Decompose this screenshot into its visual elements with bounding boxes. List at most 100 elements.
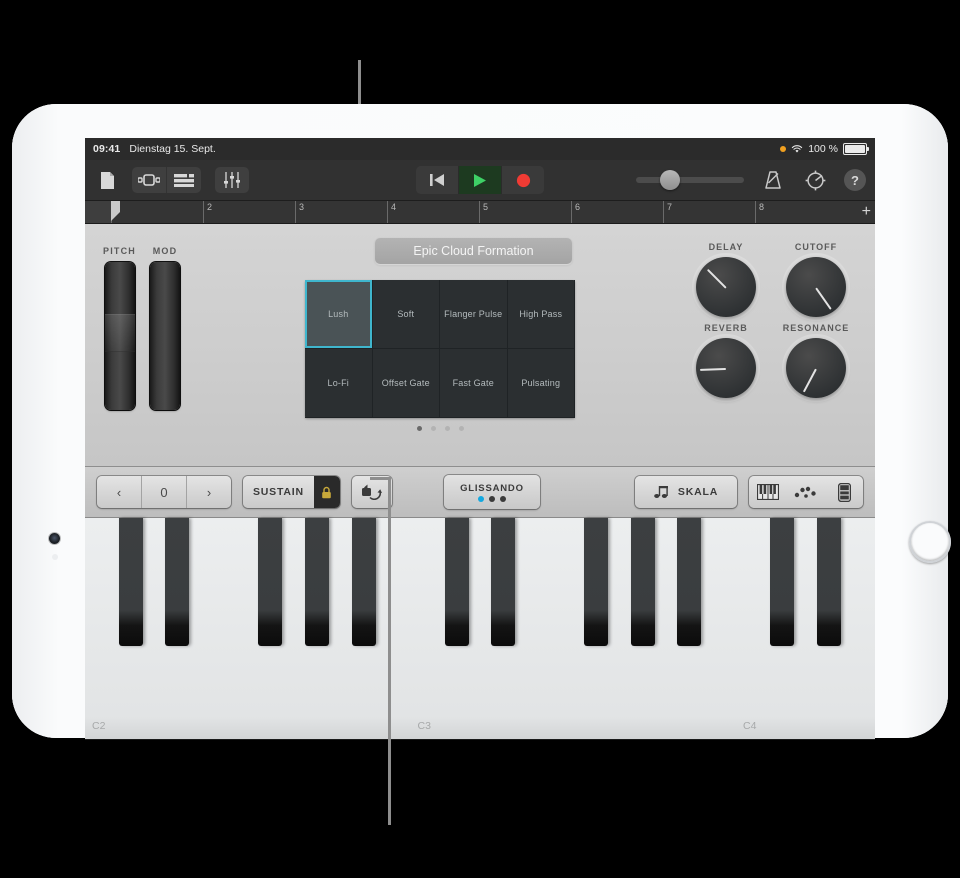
volume-slider-knob[interactable] — [660, 170, 680, 190]
main-toolbar: ? — [85, 160, 875, 201]
octave-up-button[interactable]: › — [186, 476, 231, 508]
keyboard-layout-button[interactable] — [749, 476, 787, 508]
tracks-view-icon[interactable] — [166, 167, 201, 193]
knob-cutoff[interactable] — [786, 257, 846, 317]
black-key[interactable] — [444, 518, 469, 646]
black-key[interactable] — [119, 518, 143, 646]
patch-cell-lo-fi[interactable]: Lo-Fi — [305, 349, 373, 418]
help-button[interactable]: ? — [844, 169, 866, 191]
scale-control: SKALA — [635, 476, 737, 508]
arpeggiator-icon — [361, 484, 382, 500]
bar-ruler[interactable]: 1 2 3 4 5 6 7 8 + — [85, 201, 875, 224]
status-date: Dienstag 15. Sept. — [129, 143, 216, 155]
sustain-button[interactable]: SUSTAIN — [243, 476, 314, 508]
patch-cell-offset-gate[interactable]: Offset Gate — [372, 349, 440, 418]
mixer-sliders-icon[interactable] — [215, 167, 249, 193]
document-icon[interactable] — [94, 167, 120, 193]
knob-label-cutoff: CUTOFF — [794, 242, 838, 252]
record-icon[interactable] — [501, 166, 544, 194]
recording-indicator-icon — [780, 146, 787, 152]
glissando-dot-3[interactable] — [499, 495, 506, 502]
playhead[interactable] — [111, 201, 120, 221]
play-icon[interactable] — [458, 166, 501, 194]
metronome-icon[interactable] — [760, 167, 786, 193]
page-dot-2[interactable] — [430, 426, 436, 431]
patch-cell-pulsating[interactable]: Pulsating — [507, 349, 575, 418]
knob-group-cutoff: CUTOFF — [773, 242, 859, 317]
pitch-wheel[interactable] — [104, 262, 135, 410]
effect-knobs: DELAY CUTOFF REVERB RESONANCE — [683, 242, 859, 398]
black-key[interactable] — [816, 518, 841, 646]
performance-wheels: PITCH MOD — [103, 246, 180, 410]
piano-bottom-edge — [85, 739, 875, 740]
ruler-bar-8: 8 — [755, 201, 764, 223]
status-bar: 09:41 Dienstag 15. Sept. 100 % — [85, 138, 875, 160]
glissando-button[interactable]: GLISSANDO — [443, 475, 540, 509]
screenshot-stage: 09:41 Dienstag 15. Sept. 100 % ? 2 3 4 5… — [0, 0, 960, 878]
add-track-button[interactable]: + — [862, 204, 871, 220]
page-dot-1[interactable] — [416, 426, 422, 431]
control-strip-button[interactable] — [825, 476, 863, 508]
view-toggle-group — [132, 167, 201, 193]
pitch-wheel-label: PITCH — [103, 246, 136, 256]
arpeggiator-button[interactable] — [351, 476, 392, 508]
note-pads-button[interactable] — [787, 476, 825, 508]
eighth-notes-icon — [654, 486, 668, 498]
black-key[interactable] — [491, 518, 515, 646]
battery-percent: 100 % — [808, 143, 838, 155]
patch-name-display[interactable]: Epic Cloud Formation — [375, 238, 572, 264]
rewind-icon[interactable] — [416, 166, 458, 194]
transport-controls — [416, 166, 544, 194]
patch-page-indicator[interactable] — [305, 426, 575, 431]
scale-button[interactable]: SKALA — [635, 476, 737, 508]
scale-label: SKALA — [677, 486, 719, 498]
patch-cell-flanger-pulse[interactable]: Flanger Pulse — [440, 280, 508, 349]
glissando-mode-dots — [477, 495, 506, 502]
browser-view-icon[interactable] — [132, 167, 166, 193]
black-key[interactable] — [770, 518, 794, 646]
piano-keyboard[interactable]: C2 C3 C4 — [85, 518, 875, 740]
patch-cell-high-pass[interactable]: High Pass — [507, 280, 575, 349]
octave-down-button[interactable]: ‹ — [97, 476, 141, 508]
black-key[interactable] — [305, 518, 329, 646]
keyboard-layout-group — [749, 476, 863, 508]
glissando-dot-2[interactable] — [488, 495, 495, 502]
knob-reverb[interactable] — [696, 338, 756, 398]
black-key[interactable] — [677, 518, 701, 646]
patch-cell-lush[interactable]: Lush — [305, 280, 373, 349]
app-screen: 09:41 Dienstag 15. Sept. 100 % ? 2 3 4 5… — [85, 138, 875, 740]
patch-cell-soft[interactable]: Soft — [372, 280, 440, 349]
lock-icon[interactable] — [313, 476, 340, 508]
settings-gear-icon[interactable] — [802, 167, 828, 193]
pitch-wheel-handle[interactable] — [104, 314, 135, 352]
knob-delay[interactable] — [696, 257, 756, 317]
ruler-bar-4: 4 — [387, 201, 396, 223]
knob-resonance[interactable] — [786, 338, 846, 398]
page-dot-3[interactable] — [444, 426, 450, 431]
black-key[interactable] — [352, 518, 376, 646]
octave-label-c4: C4 — [743, 720, 757, 732]
black-key[interactable] — [258, 518, 282, 646]
knob-label-delay: DELAY — [708, 242, 744, 252]
black-key[interactable] — [165, 518, 189, 646]
ruler-bar-2: 2 — [203, 201, 212, 223]
black-key[interactable] — [630, 518, 655, 646]
patch-cell-fast-gate[interactable]: Fast Gate — [440, 349, 508, 418]
glissando-dot-1[interactable] — [477, 495, 484, 502]
master-volume-slider[interactable] — [636, 170, 744, 190]
black-key[interactable] — [584, 518, 608, 646]
ambient-sensor-icon — [52, 554, 58, 560]
front-camera-icon — [49, 533, 60, 544]
ruler-bar-7: 7 — [663, 201, 672, 223]
octave-value: 0 — [141, 476, 186, 508]
keyboard-layout-icon — [757, 484, 779, 500]
knob-group-delay: DELAY — [683, 242, 769, 317]
mod-wheel[interactable] — [150, 262, 180, 410]
page-dot-4[interactable] — [458, 426, 464, 431]
mod-wheel-group: MOD — [150, 246, 180, 410]
octave-stepper: ‹ 0 › — [97, 476, 231, 508]
home-button[interactable] — [909, 521, 951, 563]
control-strip-icon — [837, 482, 851, 502]
patch-grid: Lush Soft Flanger Pulse High Pass Lo-Fi … — [305, 280, 575, 418]
sustain-control: SUSTAIN — [243, 476, 340, 508]
